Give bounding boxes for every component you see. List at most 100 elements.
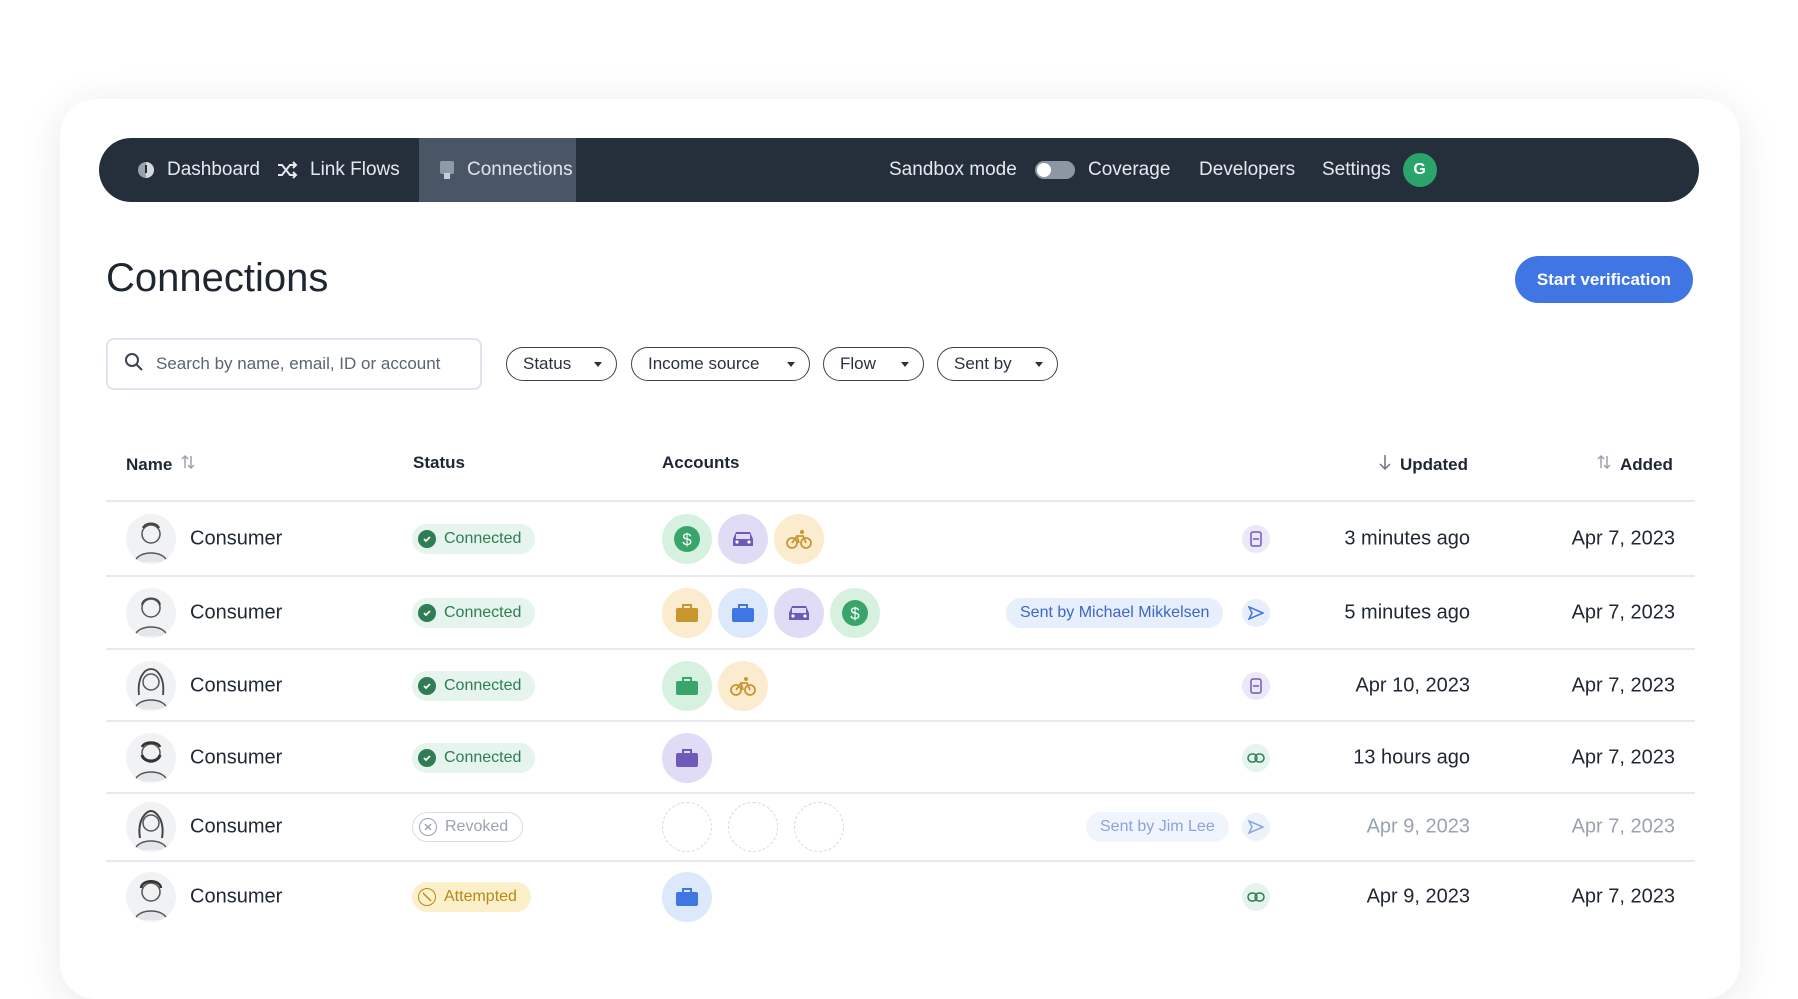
sandbox-toggle[interactable] xyxy=(1034,161,1075,179)
avatar xyxy=(126,802,176,852)
chevron-down-icon xyxy=(787,361,795,367)
page-title: Connections xyxy=(106,256,329,300)
table-row[interactable]: Consumer Revoked Sent by Jim Lee Apr 9, … xyxy=(106,794,1695,860)
column-header-name[interactable]: Name xyxy=(126,453,196,476)
link-icon[interactable] xyxy=(1242,744,1270,772)
column-header-added-label: Added xyxy=(1620,454,1673,474)
status-badge: Connected xyxy=(412,743,536,773)
nav-connections[interactable]: Connections xyxy=(419,138,576,202)
send-icon[interactable] xyxy=(1242,813,1270,841)
updated-time: Apr 10, 2023 xyxy=(1355,674,1470,697)
updated-time: Apr 9, 2023 xyxy=(1366,885,1470,908)
updated-time: 5 minutes ago xyxy=(1344,601,1470,624)
column-header-status: Status xyxy=(413,453,465,473)
status-label: Revoked xyxy=(445,818,509,835)
briefcase-icon xyxy=(662,733,712,783)
avatar xyxy=(126,588,176,638)
nav-link-flows[interactable]: Link Flows xyxy=(276,138,400,202)
nav-dashboard[interactable]: Dashboard xyxy=(137,138,260,202)
start-verification-button[interactable]: Start verification xyxy=(1515,256,1693,303)
briefcase-icon xyxy=(662,661,712,711)
table-row[interactable]: Consumer Connected Apr 10, 2023 Apr 7, 2… xyxy=(106,650,1695,722)
empty-account-placeholder xyxy=(794,802,844,852)
send-icon[interactable] xyxy=(1242,599,1270,627)
filter-income-source-label: Income source xyxy=(648,354,760,373)
table-row[interactable]: Consumer Connected 13 hours ago Apr 7, 2… xyxy=(106,722,1695,794)
chevron-down-icon xyxy=(1035,361,1043,367)
nav-dashboard-label: Dashboard xyxy=(167,159,260,180)
updated-time: 3 minutes ago xyxy=(1344,527,1470,550)
nav-link-flows-label: Link Flows xyxy=(310,159,400,180)
filter-flow[interactable]: Flow xyxy=(823,347,924,381)
bicycle-icon xyxy=(718,661,768,711)
sent-by-badge: Sent by Jim Lee xyxy=(1086,812,1229,842)
column-header-accounts: Accounts xyxy=(662,453,739,473)
status-badge: Revoked xyxy=(412,812,524,842)
svg-text:$: $ xyxy=(682,530,692,549)
nav-coverage[interactable]: Coverage xyxy=(1088,138,1170,202)
empty-account-placeholder xyxy=(662,802,712,852)
column-header-status-label: Status xyxy=(413,453,465,472)
dashboard-icon xyxy=(137,161,155,179)
bicycle-icon xyxy=(774,514,824,564)
avatar xyxy=(126,733,176,783)
svg-text:$: $ xyxy=(850,604,860,623)
status-label: Connected xyxy=(444,749,522,766)
briefcase-icon xyxy=(662,872,712,922)
check-icon xyxy=(418,677,436,695)
car-icon xyxy=(718,514,768,564)
added-date: Apr 7, 2023 xyxy=(1571,527,1675,550)
status-badge: Connected xyxy=(412,671,536,701)
briefcase-icon xyxy=(662,588,712,638)
status-badge: Attempted xyxy=(412,882,531,912)
status-label: Connected xyxy=(444,530,522,547)
check-icon xyxy=(418,530,436,548)
nav-developers-label: Developers xyxy=(1199,159,1296,180)
chevron-down-icon xyxy=(901,361,909,367)
column-header-updated[interactable]: Updated xyxy=(1378,453,1468,476)
status-label: Attempted xyxy=(444,888,517,905)
avatar xyxy=(126,872,176,922)
shuffle-icon xyxy=(276,161,298,179)
nav-developers[interactable]: Developers xyxy=(1199,138,1295,202)
consumer-name: Consumer xyxy=(190,674,283,697)
table-row[interactable]: Consumer Connected $ 3 minutes ago Apr 7… xyxy=(106,503,1695,575)
filter-sent-by[interactable]: Sent by xyxy=(937,347,1058,381)
filter-income-source[interactable]: Income source xyxy=(631,347,810,381)
nav-connections-label: Connections xyxy=(467,159,573,180)
briefcase-icon xyxy=(718,588,768,638)
link-icon[interactable] xyxy=(1242,883,1270,911)
scan-icon[interactable] xyxy=(1242,672,1270,700)
scan-icon[interactable] xyxy=(1242,525,1270,553)
added-date: Apr 7, 2023 xyxy=(1571,674,1675,697)
updated-time: 13 hours ago xyxy=(1353,746,1470,769)
consumer-name: Consumer xyxy=(190,815,283,838)
added-date: Apr 7, 2023 xyxy=(1571,601,1675,624)
consumer-name: Consumer xyxy=(190,601,283,624)
sandbox-mode: Sandbox mode xyxy=(889,138,1075,202)
table-row[interactable]: Consumer Connected $ Sent by Michael Mik… xyxy=(106,577,1695,649)
table-row[interactable]: Consumer Attempted Apr 9, 2023 Apr 7, 20… xyxy=(106,862,1695,932)
added-date: Apr 7, 2023 xyxy=(1571,746,1675,769)
sort-down-icon xyxy=(1378,453,1392,476)
sandbox-mode-label: Sandbox mode xyxy=(889,159,1017,180)
consumer-name: Consumer xyxy=(190,885,283,908)
top-nav: Dashboard Link Flows Connections Sandbox… xyxy=(99,138,1699,202)
dollar-icon: $ xyxy=(830,588,880,638)
user-avatar[interactable]: G xyxy=(1402,153,1437,187)
updated-time: Apr 9, 2023 xyxy=(1366,815,1470,838)
status-label: Connected xyxy=(444,604,522,621)
car-icon xyxy=(774,588,824,638)
added-date: Apr 7, 2023 xyxy=(1571,815,1675,838)
avatar xyxy=(126,661,176,711)
search-input[interactable] xyxy=(156,354,456,374)
status-label: Connected xyxy=(444,677,522,694)
nav-settings[interactable]: Settings G xyxy=(1322,138,1437,202)
column-header-added[interactable]: Added xyxy=(1596,453,1673,476)
sent-by-badge: Sent by Michael Mikkelsen xyxy=(1006,598,1224,628)
connections-icon xyxy=(439,160,455,180)
column-header-name-label: Name xyxy=(126,454,173,474)
header-divider xyxy=(106,500,1695,502)
filter-status[interactable]: Status xyxy=(506,347,617,381)
nav-coverage-label: Coverage xyxy=(1088,159,1171,180)
